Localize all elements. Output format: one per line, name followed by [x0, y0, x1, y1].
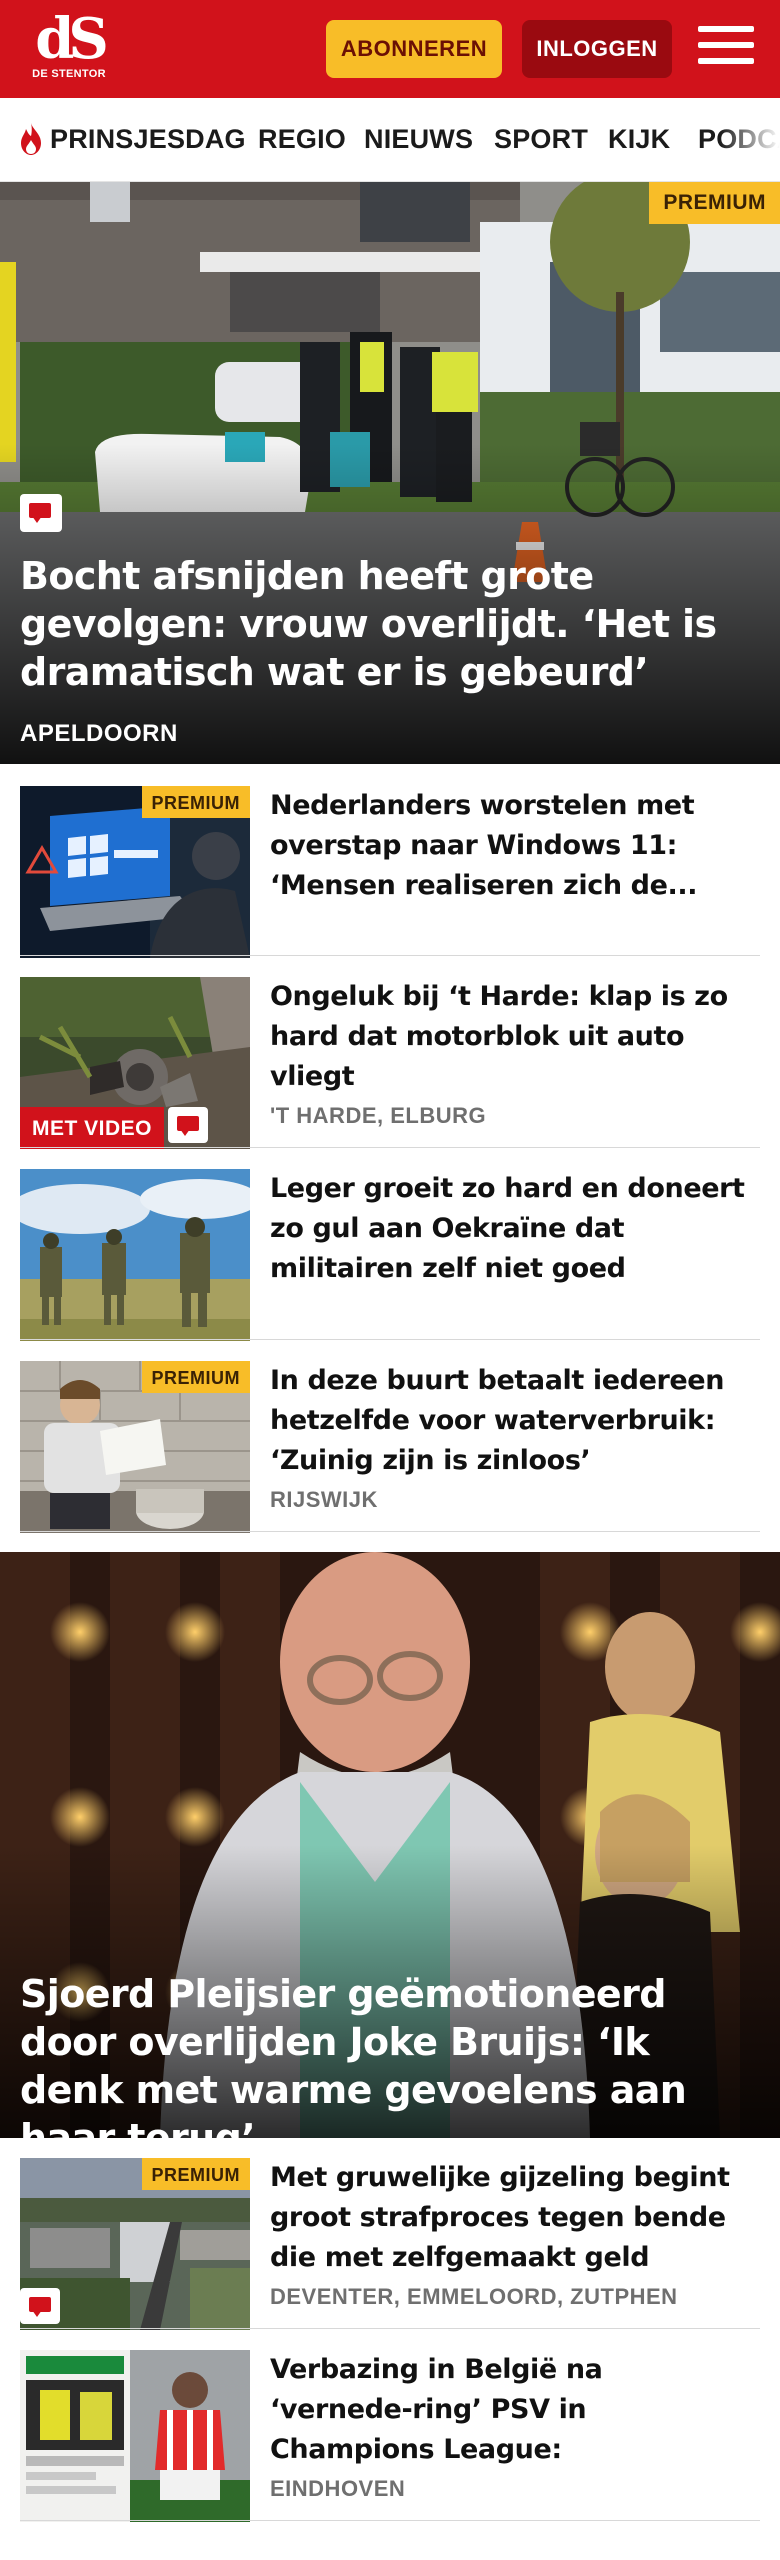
comment-icon [168, 1107, 208, 1143]
section-nav: PRINSJESDAG REGIO NIEUWS SPORT KIJK PODC… [0, 98, 780, 182]
premium-badge: PREMIUM [141, 2158, 250, 2190]
article-card-psv[interactable]: Verbazing in België na ‘vernede-ring’ PS… [20, 2330, 760, 2522]
hero-article[interactable]: PREMIUM Bocht afsnijden heeft grote gevo… [0, 182, 780, 764]
divider [20, 955, 760, 956]
nav-fade [720, 98, 780, 181]
article-location: EINDHOVEN [270, 2476, 406, 2501]
nav-item-prinsjesdag[interactable]: PRINSJESDAG [50, 124, 246, 155]
logo-text: DE STENTOR [32, 68, 106, 80]
article-title: Leger groeit zo hard en doneert zo gul a… [270, 1173, 745, 1284]
video-badge: MET VIDEO [20, 1107, 165, 1149]
article-location: RIJSWIJK [270, 1487, 378, 1512]
divider [20, 1339, 760, 1340]
article-card-gijzeling[interactable]: PREMIUM Met gruwelijke gijzeling begint … [20, 2138, 760, 2330]
premium-badge: PREMIUM [649, 182, 780, 224]
article-thumbnail [20, 1169, 250, 1341]
hero-location: APELDOORN [20, 720, 178, 747]
article-title: In deze buurt betaalt iedereen hetzelfde… [270, 1365, 725, 1476]
article-thumbnail: MET VIDEO [20, 977, 250, 1149]
logo-mark: dS [35, 6, 109, 72]
article-location: DEVENTER, EMMELOORD, ZUTPHEN [270, 2284, 678, 2309]
divider [20, 1531, 760, 1532]
hero-article-2[interactable]: Sjoerd Pleijsier geëmotioneerd door over… [0, 1552, 780, 2138]
login-button[interactable]: INLOGGEN [522, 20, 672, 78]
top-bar: dS DE STENTOR ABONNEREN INLOGGEN [0, 0, 780, 98]
flame-icon [21, 123, 41, 155]
article-card-windows[interactable]: PREMIUM Nederlanders worstelen met overs… [20, 766, 760, 958]
nav-item-kijk[interactable]: KIJK [608, 124, 670, 155]
article-thumbnail: PREMIUM [20, 786, 250, 958]
article-title: Nederlanders worstelen met overstap naar… [270, 790, 698, 901]
hero-headline: Bocht afsnijden heeft grote gevolgen: vr… [20, 554, 717, 694]
divider [20, 2520, 760, 2521]
premium-badge: PREMIUM [141, 1361, 250, 1393]
article-thumbnail [20, 2350, 250, 2522]
nav-item-sport[interactable]: SPORT [494, 124, 588, 155]
article-thumbnail: PREMIUM [20, 1361, 250, 1533]
site-logo[interactable]: dS DE STENTOR [26, 6, 112, 88]
article-location: 'T HARDE, ELBURG [270, 1103, 487, 1128]
nav-item-nieuws[interactable]: NIEUWS [364, 124, 473, 155]
article-card-army[interactable]: Leger groeit zo hard en doneert zo gul a… [20, 1149, 760, 1341]
article-thumbnail: PREMIUM [20, 2158, 250, 2330]
comment-icon [20, 494, 62, 532]
article-title: Ongeluk bij ‘t Harde: klap is zo hard da… [270, 981, 728, 1092]
divider [20, 2328, 760, 2329]
article-card-water[interactable]: PREMIUM In deze buurt betaalt iedereen h… [20, 1341, 760, 1533]
article-title: Met gruwelijke gijzeling begint groot st… [270, 2162, 730, 2273]
subscribe-button[interactable]: ABONNEREN [326, 20, 502, 78]
hero-headline: Sjoerd Pleijsier geëmotioneerd door over… [20, 1972, 687, 2138]
nav-item-regio[interactable]: REGIO [258, 124, 346, 155]
article-card-accident[interactable]: MET VIDEO Ongeluk bij ‘t Harde: klap is … [20, 957, 760, 1149]
premium-badge: PREMIUM [141, 786, 250, 818]
hamburger-menu-icon[interactable] [698, 26, 754, 72]
comment-icon [20, 2288, 60, 2324]
article-title: Verbazing in België na ‘vernede-ring’ PS… [270, 2354, 603, 2465]
divider [20, 1147, 760, 1148]
